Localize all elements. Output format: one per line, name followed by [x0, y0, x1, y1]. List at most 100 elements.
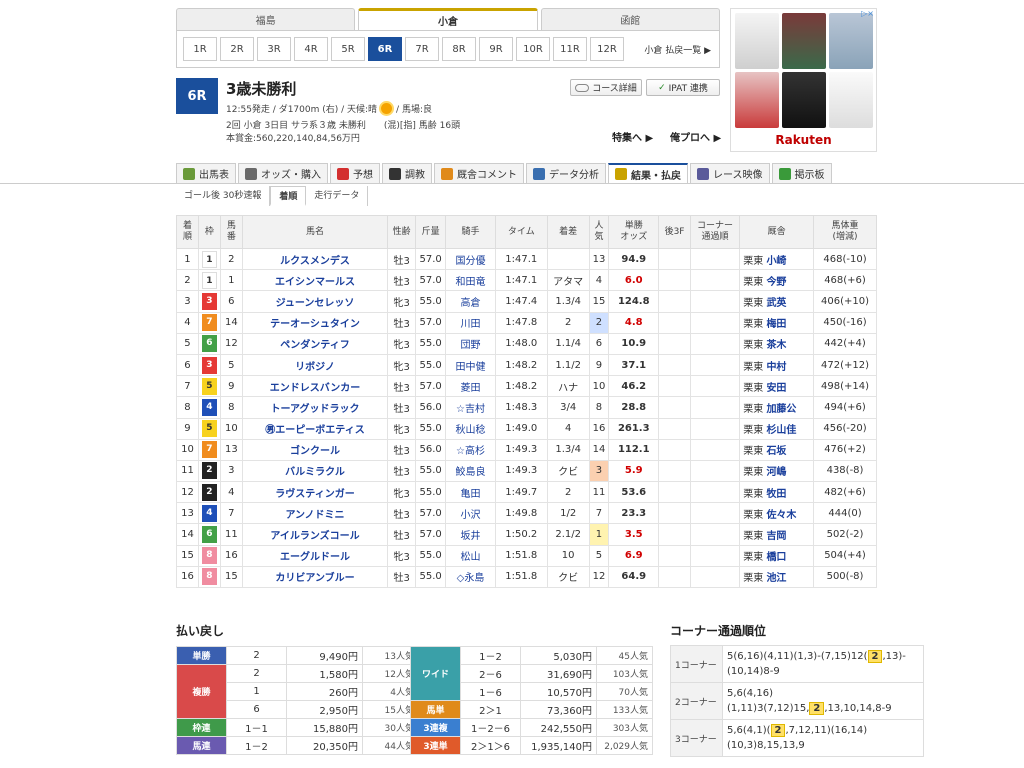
trainer-link[interactable]: 茶木: [766, 340, 786, 351]
trainer-link[interactable]: 中村: [766, 362, 786, 373]
ad-product-image[interactable]: [829, 13, 873, 69]
trainer-link[interactable]: 石坂: [766, 446, 786, 457]
horse-name-link[interactable]: エイシンマールス: [241, 269, 389, 292]
horse-name-link[interactable]: ラヴスティンガー: [241, 481, 389, 504]
ad-logo[interactable]: Rakuten: [731, 133, 876, 147]
nav-tab[interactable]: データ分析: [526, 163, 606, 183]
course-detail-button[interactable]: コース詳細: [570, 79, 642, 96]
nav-tab[interactable]: 予想: [330, 163, 380, 183]
horse-name-link[interactable]: エンドレスバンカー: [241, 375, 389, 398]
jockey-link[interactable]: ◇永島: [445, 565, 496, 589]
race-button[interactable]: 11R: [553, 37, 587, 61]
trainer-region: 栗東: [743, 361, 764, 373]
jockey-link[interactable]: 小沢: [445, 502, 496, 525]
nav-tab[interactable]: オッズ・購入: [238, 163, 328, 183]
race-number-badge: 6R: [176, 78, 218, 114]
ad-banner[interactable]: Rakuten ▷×: [730, 8, 877, 152]
horse-name-link[interactable]: エーグルドール: [241, 544, 389, 567]
trainer-link[interactable]: 橋口: [766, 552, 786, 563]
jockey-link[interactable]: 国分優: [445, 247, 496, 271]
nav-tab[interactable]: 厩舎コメント: [434, 163, 524, 183]
jockey-link[interactable]: 田中健: [445, 353, 496, 377]
venue-tab[interactable]: 福島: [176, 8, 356, 30]
horse-name-link[interactable]: ルクスメンデス: [241, 247, 389, 271]
waku-cell: 3: [197, 290, 221, 313]
jockey-link[interactable]: ☆高杉: [445, 438, 496, 461]
trainer-link[interactable]: 小崎: [766, 256, 786, 267]
payout-amount: 9,490円: [286, 646, 363, 665]
ad-product-image[interactable]: [782, 13, 826, 69]
nav-tab[interactable]: レース映像: [690, 163, 770, 183]
horse-number: 6: [219, 290, 243, 313]
horse-name-link[interactable]: ペンダンティフ: [241, 332, 389, 355]
race-button[interactable]: 4R: [294, 37, 328, 61]
race-button[interactable]: 8R: [442, 37, 476, 61]
feature-link[interactable]: 特集へ ▶: [612, 129, 653, 144]
jockey-link[interactable]: 川田: [445, 311, 496, 334]
trainer-link[interactable]: 武英: [766, 298, 786, 309]
race-button[interactable]: 2R: [220, 37, 254, 61]
nav-tab[interactable]: 結果・払戻: [608, 163, 688, 183]
waku-cell: 7: [197, 438, 221, 461]
horse-name-link[interactable]: ㊚エーピーボエティス: [241, 417, 389, 440]
subtab[interactable]: ゴール後 30秒速報: [176, 186, 271, 206]
trainer-link[interactable]: 牧田: [766, 489, 786, 500]
race-button[interactable]: 10R: [516, 37, 550, 61]
trainer-link[interactable]: 杉山佳: [766, 425, 796, 436]
ad-close-icon[interactable]: ▷×: [861, 9, 874, 18]
ad-product-image[interactable]: [735, 72, 779, 128]
waku-badge: 4: [201, 398, 217, 416]
nav-tab[interactable]: 調教: [382, 163, 432, 183]
race-button[interactable]: 5R: [331, 37, 365, 61]
race-button[interactable]: 12R: [590, 37, 624, 61]
nav-tab[interactable]: 出馬表: [176, 163, 236, 183]
nav-tab[interactable]: 掲示板: [771, 163, 832, 183]
jockey-link[interactable]: ☆吉村: [445, 396, 496, 419]
jockey-link[interactable]: 団野: [445, 332, 496, 355]
horse-name-link[interactable]: バルミラクル: [241, 459, 389, 483]
race-button[interactable]: 6R: [368, 37, 402, 61]
win-odds: 28.8: [608, 396, 660, 419]
horse-name-link[interactable]: アンノドミニ: [241, 502, 389, 525]
horse-name-link[interactable]: ジューンセレッソ: [241, 290, 389, 313]
orepro-link[interactable]: 俺プロへ ▶: [670, 129, 721, 144]
subtab[interactable]: 走行データ: [306, 186, 369, 206]
jockey-link[interactable]: 和田竜: [445, 269, 496, 292]
horse-name-link[interactable]: アイルランズコール: [241, 523, 389, 546]
payout-list-link[interactable]: 小倉 払戻一覧 ▶: [644, 43, 711, 56]
race-button[interactable]: 1R: [183, 37, 217, 61]
trainer-link[interactable]: 河嶋: [766, 467, 786, 478]
trainer-link[interactable]: 佐々木: [766, 510, 796, 521]
race-button[interactable]: 7R: [405, 37, 439, 61]
subtab[interactable]: 着順: [270, 186, 307, 206]
ad-product-image[interactable]: [829, 72, 873, 128]
corner-order-text: 5(6,16)(4,11)(1,3)-(7,15)12(2,13)-(10,14…: [722, 645, 924, 683]
jockey-link[interactable]: 菱田: [445, 375, 496, 398]
jockey-link[interactable]: 亀田: [445, 481, 496, 504]
trainer-link[interactable]: 池江: [766, 573, 786, 584]
horse-name-link[interactable]: カリビアンブルー: [241, 565, 389, 589]
trainer-link[interactable]: 安田: [766, 383, 786, 394]
jockey-link[interactable]: 坂井: [445, 523, 496, 546]
column-header: 後3F: [658, 215, 691, 249]
horse-name-link[interactable]: ゴンクール: [241, 438, 389, 461]
horse-name-link[interactable]: トーアグッドラック: [241, 396, 389, 419]
waku-cell: 7: [197, 311, 221, 334]
trainer-link[interactable]: 加藤公: [766, 404, 796, 415]
venue-tab[interactable]: 小倉: [358, 8, 538, 30]
horse-name-link[interactable]: テーオーシュタイン: [241, 311, 389, 334]
race-button[interactable]: 3R: [257, 37, 291, 61]
ad-product-image[interactable]: [782, 72, 826, 128]
venue-tab[interactable]: 函館: [540, 8, 720, 30]
trainer-link[interactable]: 今野: [766, 277, 786, 288]
race-button[interactable]: 9R: [479, 37, 513, 61]
jockey-link[interactable]: 鮫島良: [445, 459, 496, 483]
jockey-link[interactable]: 秋山稔: [445, 417, 496, 440]
jockey-link[interactable]: 高倉: [445, 290, 496, 313]
trainer-link[interactable]: 吉岡: [766, 531, 786, 542]
ipat-link-button[interactable]: ✓ IPAT 連携: [646, 79, 720, 96]
ad-product-image[interactable]: [735, 13, 779, 69]
horse-name-link[interactable]: リボジノ: [241, 353, 389, 377]
trainer-link[interactable]: 梅田: [766, 319, 786, 330]
jockey-link[interactable]: 松山: [445, 544, 496, 567]
